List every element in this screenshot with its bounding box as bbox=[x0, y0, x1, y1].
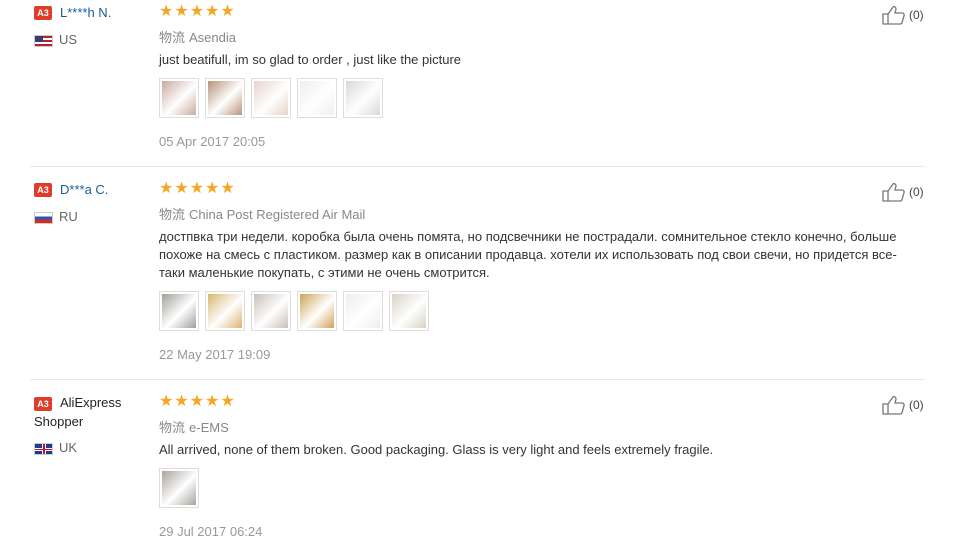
buyer-level-badge: A3 bbox=[34, 6, 52, 20]
review-text: All arrived, none of them broken. Good p… bbox=[159, 442, 714, 457]
review-photo[interactable] bbox=[343, 78, 383, 118]
review-date: 22 May 2017 19:09 bbox=[159, 347, 271, 362]
review-photo[interactable] bbox=[251, 291, 291, 331]
shipping-method: 物流 China Post Registered Air Mail bbox=[159, 204, 365, 223]
buyer-level-badge: A3 bbox=[34, 183, 52, 197]
helpful-button[interactable]: (0) bbox=[882, 5, 924, 25]
helpful-button[interactable]: (0) bbox=[882, 395, 924, 415]
ru-flag-icon bbox=[34, 211, 53, 224]
review-photo[interactable] bbox=[159, 78, 199, 118]
review-photo[interactable] bbox=[297, 78, 337, 118]
thumbs-up-icon bbox=[882, 395, 905, 415]
helpful-button[interactable]: (0) bbox=[882, 182, 924, 202]
shipping-carrier: e-EMS bbox=[189, 420, 229, 435]
shipping-carrier: China Post Registered Air Mail bbox=[189, 207, 366, 222]
rating-stars: ★★★★★ bbox=[159, 180, 236, 197]
shipping-method: 物流 Asendia bbox=[159, 27, 236, 46]
buyer-name[interactable]: D***a C. bbox=[60, 182, 108, 197]
uk-flag-icon bbox=[34, 442, 53, 455]
thumbs-up-icon bbox=[882, 182, 905, 202]
buyer-name[interactable]: L****h N. bbox=[60, 5, 111, 20]
review-photo[interactable] bbox=[205, 78, 245, 118]
helpful-count: (0) bbox=[909, 8, 924, 22]
review-photo[interactable] bbox=[389, 291, 429, 331]
shipping-label: 物流 bbox=[159, 420, 186, 435]
rating-stars: ★★★★★ bbox=[159, 393, 236, 410]
shipping-carrier: Asendia bbox=[189, 30, 236, 45]
buyer-country-code: UK bbox=[59, 440, 78, 455]
review-divider bbox=[30, 379, 925, 380]
buyer-country: RU bbox=[34, 209, 78, 224]
rating-stars: ★★★★★ bbox=[159, 3, 236, 20]
review-photos bbox=[159, 78, 389, 120]
review-photo[interactable] bbox=[159, 291, 199, 331]
review-date: 29 Jul 2017 06:24 bbox=[159, 524, 263, 539]
review-photos bbox=[159, 468, 205, 510]
buyer-name: AliExpress Shopper bbox=[34, 395, 122, 429]
review-divider bbox=[30, 166, 925, 167]
review-text: just beatifull, im so glad to order , ju… bbox=[159, 52, 462, 67]
review-photo[interactable] bbox=[297, 291, 337, 331]
us-flag-icon bbox=[34, 34, 53, 47]
review-photo[interactable] bbox=[205, 291, 245, 331]
buyer-country-code: RU bbox=[59, 209, 78, 224]
review-date: 05 Apr 2017 20:05 bbox=[159, 134, 266, 149]
shipping-method: 物流 e-EMS bbox=[159, 417, 229, 436]
helpful-count: (0) bbox=[909, 185, 924, 199]
thumbs-up-icon bbox=[882, 5, 905, 25]
review-text: достпвка три недели. коробка была очень … bbox=[159, 229, 897, 280]
buyer-country-code: US bbox=[59, 32, 78, 47]
buyer-country: US bbox=[34, 32, 77, 47]
review-photos bbox=[159, 291, 435, 333]
buyer-country: UK bbox=[34, 440, 77, 455]
shipping-label: 物流 bbox=[159, 30, 186, 45]
review-photo[interactable] bbox=[251, 78, 291, 118]
review-photo[interactable] bbox=[343, 291, 383, 331]
shipping-label: 物流 bbox=[159, 207, 186, 222]
helpful-count: (0) bbox=[909, 398, 924, 412]
review-photo[interactable] bbox=[159, 468, 199, 508]
